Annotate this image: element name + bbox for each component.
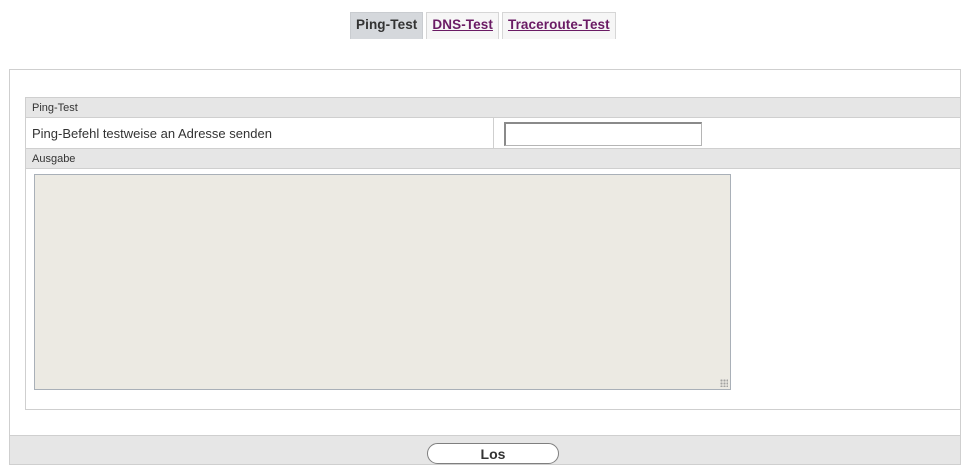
output-cell (25, 168, 961, 410)
tab-ping-test[interactable]: Ping-Test (350, 12, 424, 39)
address-field-cell (492, 117, 961, 149)
ping-form: Ping-Test Ping-Befehl testweise an Adres… (25, 97, 961, 410)
tab-dns-test[interactable]: DNS-Test (426, 12, 499, 39)
ping-section-title: Ping-Test (25, 97, 961, 118)
output-section-title: Ausgabe (25, 148, 961, 169)
address-label: Ping-Befehl testweise an Adresse senden (25, 117, 494, 149)
output-row (25, 168, 961, 410)
address-row: Ping-Befehl testweise an Adresse senden (25, 117, 961, 149)
main-panel: Ping-Test Ping-Befehl testweise an Adres… (9, 69, 961, 465)
tab-traceroute-test[interactable]: Traceroute-Test (501, 12, 616, 39)
go-button[interactable]: Los (427, 443, 559, 464)
button-bar: Los (9, 435, 961, 465)
output-section-header: Ausgabe (25, 148, 961, 169)
output-wrapper (34, 174, 731, 390)
resize-grip-icon[interactable] (720, 379, 728, 387)
tab-bar: Ping-Test DNS-Test Traceroute-Test (350, 12, 616, 39)
ping-address-input[interactable] (503, 122, 702, 146)
ping-section-header: Ping-Test (25, 97, 961, 118)
output-textarea[interactable] (34, 174, 731, 390)
